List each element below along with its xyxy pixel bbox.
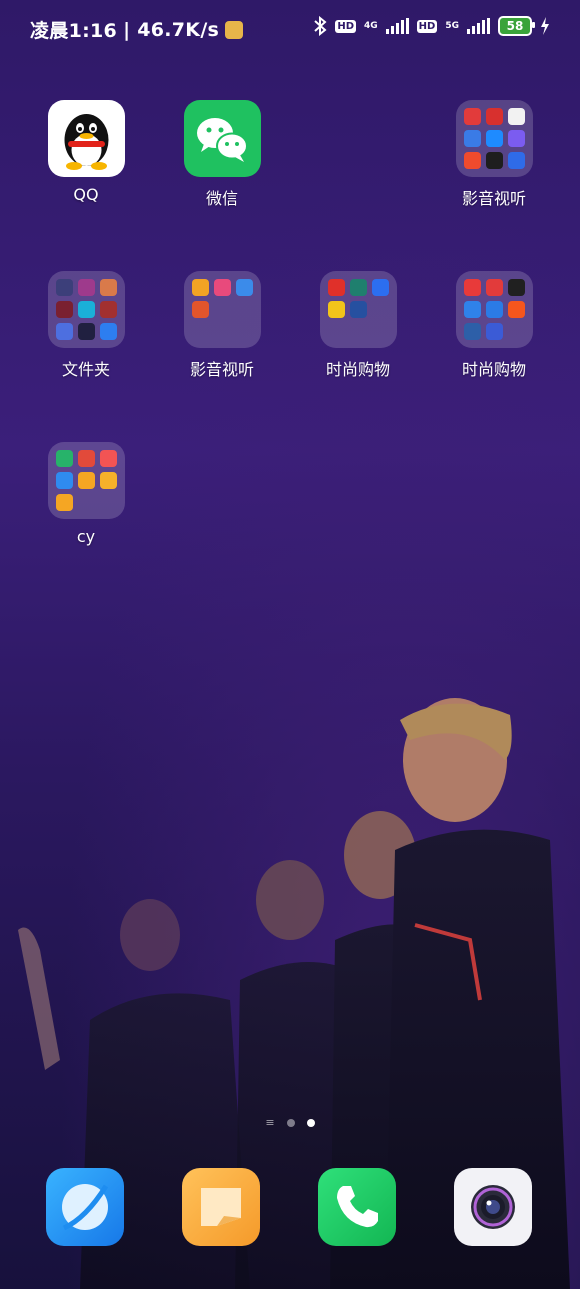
folder-app-mini-icon (485, 130, 503, 147)
folder-icon (183, 271, 261, 348)
folder-media-1[interactable]: 影音视听 (439, 100, 549, 209)
folder-app-mini-icon (77, 472, 95, 489)
folder-app-mini-icon (55, 494, 73, 511)
charging-icon (541, 17, 549, 35)
bluetooth-icon (314, 16, 327, 36)
network-type-label: 4G (364, 20, 378, 31)
folder-app-mini-icon (55, 279, 73, 296)
folder-label: 影音视听 (189, 360, 254, 379)
dock-phone[interactable] (302, 1168, 412, 1246)
folder-app-mini-icon (349, 301, 367, 318)
folder-app-mini-icon (77, 323, 95, 340)
folder-app-mini-icon (99, 279, 117, 296)
folder-media-2[interactable]: 影音视听 (167, 271, 277, 380)
folder-app-mini-icon (507, 301, 525, 318)
folder-app-mini-icon (463, 323, 481, 340)
clock: 凌晨1:16 (30, 20, 118, 42)
battery-level: 58 (506, 19, 524, 33)
folder-files[interactable]: 文件夹 (31, 271, 141, 380)
app-wechat[interactable]: 微信 (167, 100, 277, 209)
qq-icon (47, 100, 125, 177)
signal-icon (467, 18, 490, 34)
network-type-label: 5G (445, 20, 459, 31)
folder-app-mini-icon (485, 152, 503, 169)
hd-badge: HD (335, 19, 357, 33)
folder-app-mini-icon (463, 130, 481, 147)
folder-app-mini-icon (485, 323, 503, 340)
network-speed: | 46.7K/s (123, 18, 220, 41)
folder-icon (47, 271, 125, 348)
folder-icon (455, 100, 533, 177)
folder-app-mini-icon (191, 279, 209, 296)
folder-shopping-2[interactable]: 时尚购物 (439, 271, 549, 380)
folder-app-mini-icon (507, 152, 525, 169)
folder-app-mini-icon (99, 472, 117, 489)
folder-app-mini-icon (507, 279, 525, 296)
dock-browser[interactable] (30, 1168, 140, 1246)
notification-icon (225, 20, 244, 39)
folder-app-mini-icon (99, 301, 117, 318)
folder-icon (319, 271, 397, 348)
status-bar: 凌晨1:16 | 46.7K/s HD 4G HD 5G 58 (0, 0, 580, 58)
folder-app-mini-icon (349, 279, 367, 296)
hd-badge: HD (416, 19, 438, 33)
signal-icon (385, 18, 409, 34)
folder-app-mini-icon (191, 301, 209, 318)
folder-shopping-1[interactable]: 时尚购物 (303, 271, 413, 380)
folder-app-mini-icon (77, 301, 95, 318)
page-dot (286, 1118, 295, 1127)
folder-app-mini-icon (55, 301, 73, 318)
page-menu-icon: ≡ (265, 1116, 275, 1129)
folder-label: 时尚购物 (461, 360, 526, 379)
folder-app-mini-icon (507, 130, 525, 147)
folder-app-mini-icon (371, 279, 389, 296)
folder-app-mini-icon (463, 301, 481, 318)
folder-label: cy (76, 527, 96, 546)
folder-app-mini-icon (99, 450, 117, 467)
folder-icon (455, 271, 533, 348)
page-indicator[interactable]: ≡ (0, 1116, 580, 1129)
dock-camera[interactable] (438, 1168, 548, 1246)
battery-icon: 58 (498, 16, 535, 36)
folder-app-mini-icon (485, 301, 503, 318)
notes-icon (182, 1168, 260, 1246)
app-qq[interactable]: QQ (31, 100, 141, 204)
folder-app-mini-icon (485, 108, 503, 125)
folder-app-mini-icon (463, 279, 481, 296)
folder-app-mini-icon (77, 279, 95, 296)
folder-app-mini-icon (235, 279, 253, 296)
folder-cy[interactable]: cy (31, 442, 141, 546)
wechat-icon (183, 100, 261, 177)
folder-app-mini-icon (327, 279, 345, 296)
folder-label: 影音视听 (461, 189, 526, 208)
folder-app-mini-icon (327, 301, 345, 318)
folder-app-mini-icon (485, 279, 503, 296)
folder-app-mini-icon (55, 323, 73, 340)
dock-notes[interactable] (166, 1168, 276, 1246)
app-label: 微信 (205, 189, 238, 208)
folder-app-mini-icon (77, 450, 95, 467)
folder-app-mini-icon (507, 108, 525, 125)
app-label: QQ (73, 185, 99, 204)
phone-icon (318, 1168, 396, 1246)
page-dot-active (306, 1118, 315, 1127)
camera-icon (454, 1168, 532, 1246)
folder-label: 时尚购物 (325, 360, 390, 379)
folder-app-mini-icon (213, 279, 231, 296)
folder-label: 文件夹 (61, 360, 110, 379)
folder-app-mini-icon (463, 108, 481, 125)
folder-app-mini-icon (55, 450, 73, 467)
folder-app-mini-icon (55, 472, 73, 489)
browser-icon (46, 1168, 124, 1246)
folder-icon (47, 442, 125, 519)
folder-app-mini-icon (99, 323, 117, 340)
folder-app-mini-icon (463, 152, 481, 169)
